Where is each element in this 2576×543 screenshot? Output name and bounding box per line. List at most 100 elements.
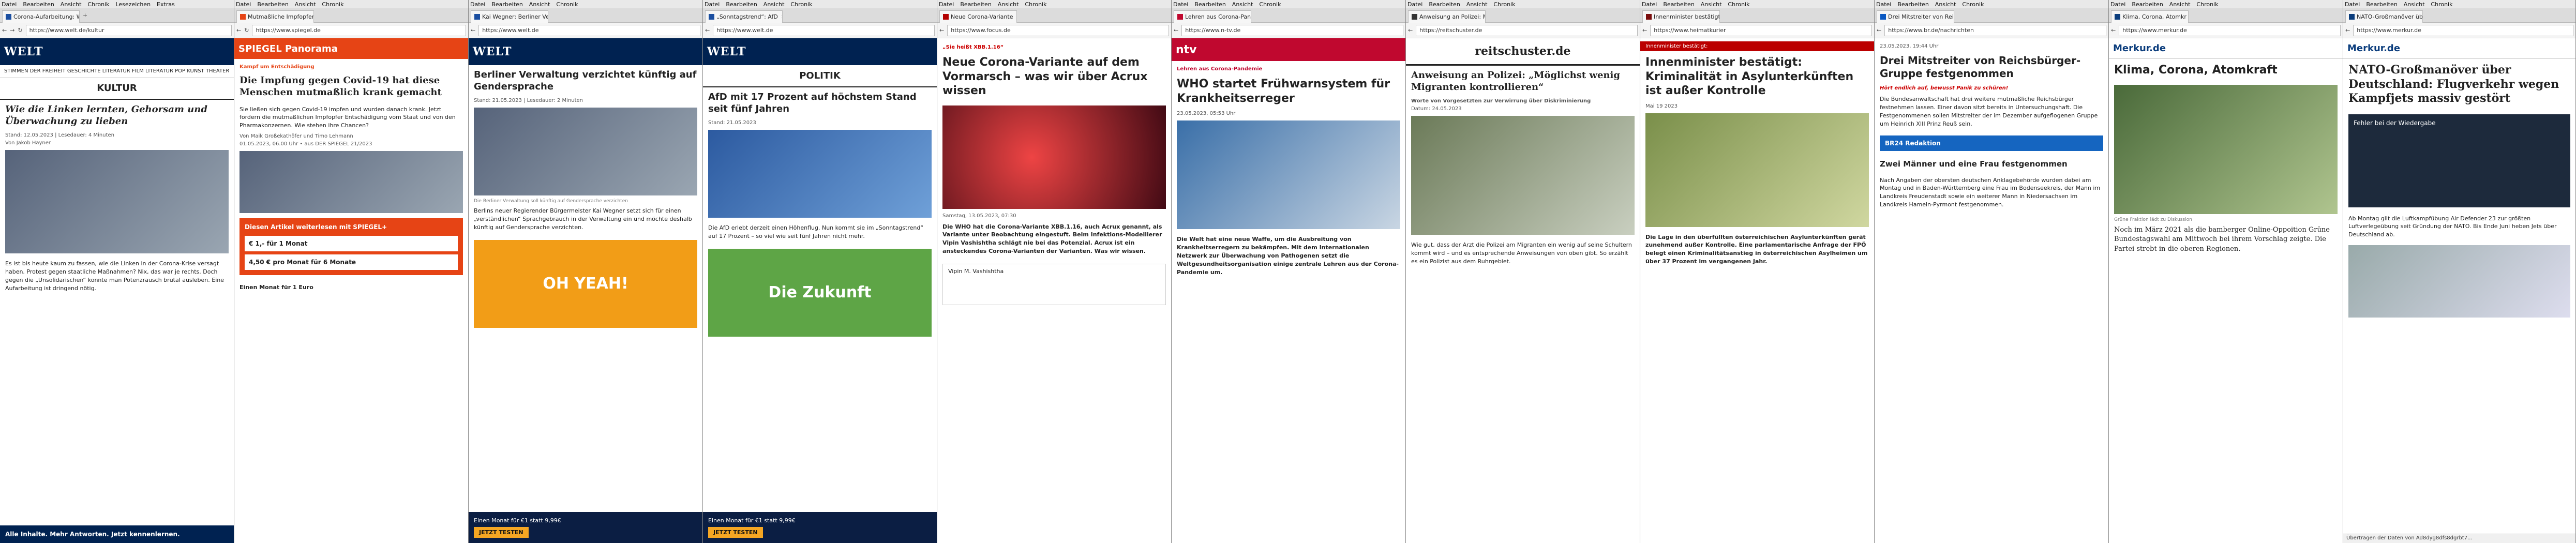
menu-ansicht[interactable]: Ansicht bbox=[1935, 1, 1956, 8]
url-input[interactable]: https://www.br.de/nachrichten bbox=[1884, 24, 2106, 36]
browser-tab[interactable]: NATO-Großmanöver üb✕ bbox=[2345, 10, 2423, 23]
back-icon[interactable]: ← bbox=[1642, 27, 1647, 34]
menu-datei[interactable]: Datei bbox=[470, 1, 485, 8]
forward-icon[interactable]: → bbox=[10, 27, 14, 34]
url-input[interactable]: https://www.focus.de bbox=[947, 24, 1169, 36]
back-icon[interactable]: ← bbox=[2, 27, 7, 34]
menu-bearbeiten[interactable]: Bearbeiten bbox=[1897, 1, 1928, 8]
browser-tab[interactable]: „Sonntagstrend“: AfD✕ bbox=[705, 10, 783, 23]
menu-extras[interactable]: Extras bbox=[157, 1, 175, 8]
back-icon[interactable]: ← bbox=[939, 27, 944, 34]
menu-chronik[interactable]: Chronik bbox=[87, 1, 109, 8]
close-icon[interactable]: ✕ bbox=[1016, 13, 1017, 20]
menu-bearbeiten[interactable]: Bearbeiten bbox=[2366, 1, 2397, 8]
menu-chronik[interactable]: Chronik bbox=[1962, 1, 1984, 8]
spiegel-logo[interactable]: SPIEGEL Panorama bbox=[234, 38, 468, 59]
back-icon[interactable]: ← bbox=[471, 27, 475, 34]
offer-option-2[interactable]: 4,50 € pro Monat für 6 Monate bbox=[245, 254, 458, 270]
bottom-offer[interactable]: Einen Monat für 1 Euro bbox=[234, 280, 468, 295]
section-nav[interactable]: STIMMEN DER FREIHEIT GESCHICHTE LITERATU… bbox=[0, 65, 234, 78]
menu-ansicht[interactable]: Ansicht bbox=[2169, 1, 2191, 8]
menu-ansicht[interactable]: Ansicht bbox=[2404, 1, 2425, 8]
menu-ansicht[interactable]: Ansicht bbox=[1466, 1, 1488, 8]
menu-datei[interactable]: Datei bbox=[2110, 1, 2125, 8]
menu-bearbeiten[interactable]: Bearbeiten bbox=[726, 1, 757, 8]
back-icon[interactable]: ← bbox=[2111, 27, 2116, 34]
menu-bearbeiten[interactable]: Bearbeiten bbox=[1194, 1, 1225, 8]
menu-datei[interactable]: Datei bbox=[939, 1, 954, 8]
reload-icon[interactable]: ↻ bbox=[18, 27, 22, 34]
menu-chronik[interactable]: Chronik bbox=[790, 1, 812, 8]
menu-datei[interactable]: Datei bbox=[705, 1, 720, 8]
browser-tab[interactable]: Kai Wegner: Berliner Ve✕ bbox=[471, 10, 548, 23]
video-player[interactable]: Fehler bei der Wiedergabe bbox=[2348, 114, 2570, 207]
menu-bearbeiten[interactable]: Bearbeiten bbox=[23, 1, 54, 8]
browser-tab[interactable]: Lehren aus Corona-Pand✕ bbox=[1174, 10, 1251, 23]
menu-chronik[interactable]: Chronik bbox=[556, 1, 578, 8]
url-input[interactable]: https://www.n-tv.de bbox=[1181, 24, 1403, 36]
test-button[interactable]: JETZT TESTEN bbox=[474, 527, 529, 538]
test-button[interactable]: JETZT TESTEN bbox=[708, 527, 763, 538]
browser-tab[interactable]: Neue Corona-Variante✕ bbox=[939, 10, 1017, 23]
menu-bearbeiten[interactable]: Bearbeiten bbox=[2132, 1, 2163, 8]
browser-tab[interactable]: Drei Mitstreiter von Rei✕ bbox=[1877, 10, 1954, 23]
menu-chronik[interactable]: Chronik bbox=[322, 1, 343, 8]
merkur-logo[interactable]: Merkur.de bbox=[2109, 38, 2343, 59]
menu-bearbeiten[interactable]: Bearbeiten bbox=[491, 1, 522, 8]
source-badge[interactable]: BR24 Redaktion bbox=[1880, 135, 2103, 151]
menu-ansicht[interactable]: Ansicht bbox=[1232, 1, 1253, 8]
menu-lesezeichen[interactable]: Lesezeichen bbox=[115, 1, 151, 8]
menu-chronik[interactable]: Chronik bbox=[2431, 1, 2452, 8]
menu-datei[interactable]: Datei bbox=[2, 1, 17, 8]
welt-logo[interactable]: WELT bbox=[473, 45, 512, 58]
back-icon[interactable]: ← bbox=[236, 27, 241, 34]
menu-chronik[interactable]: Chronik bbox=[1025, 1, 1046, 8]
menu-datei[interactable]: Datei bbox=[1642, 1, 1657, 8]
menu-bearbeiten[interactable]: Bearbeiten bbox=[1663, 1, 1694, 8]
article-author[interactable]: Von Maik Großekathöfer und Timo Lehmann bbox=[234, 132, 468, 140]
welt-logo[interactable]: WELT bbox=[707, 45, 746, 58]
menu-ansicht[interactable]: Ansicht bbox=[295, 1, 316, 8]
browser-tab[interactable]: Anweisung an Polizei: M✕ bbox=[1408, 10, 1486, 23]
back-icon[interactable]: ← bbox=[1877, 27, 1881, 34]
advertisement[interactable]: Die Zukunft bbox=[708, 248, 932, 337]
menu-bearbeiten[interactable]: Bearbeiten bbox=[257, 1, 288, 8]
menu-datei[interactable]: Datei bbox=[1173, 1, 1188, 8]
menu-datei[interactable]: Datei bbox=[2345, 1, 2360, 8]
menu-datei[interactable]: Datei bbox=[1407, 1, 1422, 8]
menu-ansicht[interactable]: Ansicht bbox=[1701, 1, 1722, 8]
url-input[interactable]: https://www.spiegel.de bbox=[252, 24, 466, 36]
advertisement[interactable]: OH YEAH! bbox=[474, 239, 697, 328]
back-icon[interactable]: ← bbox=[1408, 27, 1413, 34]
welt-logo[interactable]: WELT bbox=[4, 45, 43, 58]
article-author[interactable]: Von Jakob Hayner bbox=[0, 139, 234, 147]
browser-tab[interactable]: Mutmaßliche Impfopfer✕ bbox=[236, 10, 314, 23]
reitschuster-logo[interactable]: reitschuster.de bbox=[1406, 38, 1640, 66]
menu-bearbeiten[interactable]: Bearbeiten bbox=[960, 1, 991, 8]
menu-chronik[interactable]: Chronik bbox=[1728, 1, 1749, 8]
url-input[interactable]: https://reitschuster.de bbox=[1416, 24, 1638, 36]
url-input[interactable]: https://www.welt.de bbox=[713, 24, 935, 36]
browser-tab[interactable]: Corona-Aufarbeitung: Wie✕ bbox=[2, 10, 80, 23]
menu-ansicht[interactable]: Ansicht bbox=[763, 1, 785, 8]
menu-chronik[interactable]: Chronik bbox=[1259, 1, 1281, 8]
url-input[interactable]: https://www.merkur.de bbox=[2119, 24, 2341, 36]
subscription-promo[interactable]: Alle Inhalte. Mehr Antworten. Jetzt kenn… bbox=[0, 525, 234, 543]
embedded-tweet[interactable]: Vipin M. Vashishtha bbox=[942, 264, 1166, 306]
reload-icon[interactable]: ↻ bbox=[244, 27, 249, 34]
url-input[interactable]: https://www.heimatkurier bbox=[1650, 24, 1872, 36]
menu-ansicht[interactable]: Ansicht bbox=[529, 1, 550, 8]
back-icon[interactable]: ← bbox=[705, 27, 710, 34]
close-icon[interactable]: ✕ bbox=[781, 13, 782, 20]
back-icon[interactable]: ← bbox=[1174, 27, 1178, 34]
ntv-logo[interactable]: ntv bbox=[1172, 38, 1405, 61]
menu-chronik[interactable]: Chronik bbox=[2196, 1, 2218, 8]
browser-tab[interactable]: Innenminister bestätigt✕ bbox=[1642, 10, 1720, 23]
menu-ansicht[interactable]: Ansicht bbox=[61, 1, 82, 8]
menu-datei[interactable]: Datei bbox=[1876, 1, 1891, 8]
offer-option[interactable]: € 1,- für 1 Monat bbox=[245, 236, 458, 252]
menu-ansicht[interactable]: Ansicht bbox=[998, 1, 1019, 8]
browser-tab[interactable]: Klima, Corona, Atomkr✕ bbox=[2111, 10, 2189, 23]
merkur-logo[interactable]: Merkur.de bbox=[2343, 38, 2575, 59]
menu-bearbeiten[interactable]: Bearbeiten bbox=[1429, 1, 1460, 8]
